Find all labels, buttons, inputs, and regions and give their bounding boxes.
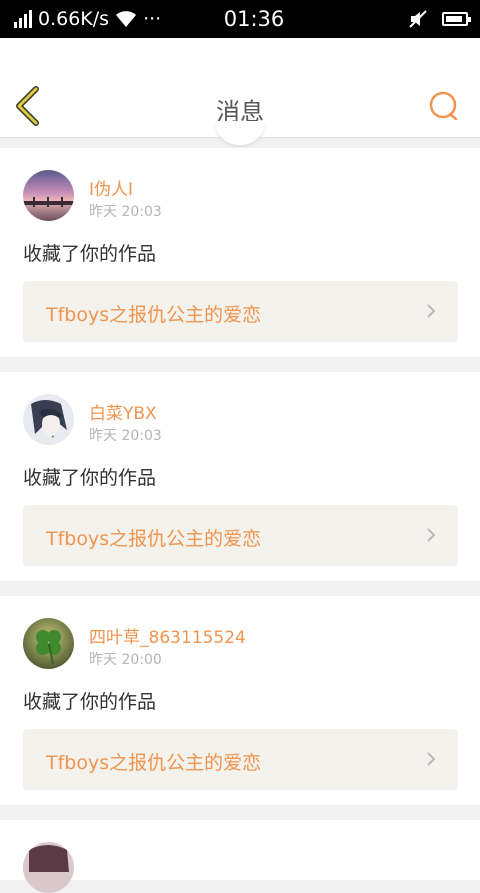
username[interactable]: I伪人I (89, 175, 133, 200)
timestamp: 昨天 20:03 (89, 428, 162, 444)
battery-icon (442, 12, 471, 26)
avatar[interactable] (23, 170, 74, 221)
chevron-right-icon (427, 528, 436, 542)
silent-mode-icon (409, 10, 427, 28)
search-button[interactable] (428, 90, 460, 122)
signal-icon (14, 10, 32, 28)
work-link[interactable]: Tfboys之报仇公主的爱恋 (23, 505, 458, 566)
action-text: 收藏了你的作品 (23, 243, 157, 265)
message-card: 四叶草_863115524 昨天 20:00 收藏了你的作品 Tfboys之报仇… (0, 596, 480, 805)
username[interactable]: 四叶草_863115524 (89, 623, 246, 648)
message-card-partial (0, 820, 480, 893)
more-notifications: ··· (143, 8, 162, 30)
work-title: Tfboys之报仇公主的爱恋 (46, 752, 262, 774)
search-icon (429, 91, 458, 121)
work-title: Tfboys之报仇公主的爱恋 (46, 528, 262, 550)
action-text: 收藏了你的作品 (23, 467, 157, 489)
chevron-right-icon (427, 304, 436, 318)
avatar[interactable] (23, 842, 74, 893)
work-link[interactable]: Tfboys之报仇公主的爱恋 (23, 729, 458, 790)
status-bar: 0.66K/s ··· 01:36 (0, 0, 480, 38)
avatar[interactable] (23, 618, 74, 669)
network-speed: 0.66K/s (38, 8, 110, 30)
avatar[interactable] (23, 394, 74, 445)
username[interactable]: 白菜YBX (89, 399, 157, 424)
action-text: 收藏了你的作品 (23, 691, 157, 713)
pull-refresh-handle[interactable] (215, 121, 265, 145)
message-card: 白菜YBX 昨天 20:03 收藏了你的作品 Tfboys之报仇公主的爱恋 (0, 372, 480, 581)
work-link[interactable]: Tfboys之报仇公主的爱恋 (23, 281, 458, 342)
work-title: Tfboys之报仇公主的爱恋 (46, 304, 262, 326)
message-card: I伪人I 昨天 20:03 收藏了你的作品 Tfboys之报仇公主的爱恋 (0, 148, 480, 357)
timestamp: 昨天 20:00 (89, 652, 162, 668)
message-list: I伪人I 昨天 20:03 收藏了你的作品 Tfboys之报仇公主的爱恋 白菜Y… (0, 148, 480, 893)
timestamp: 昨天 20:03 (89, 204, 162, 220)
wifi-icon (116, 11, 137, 27)
clock: 01:36 (223, 7, 285, 31)
chevron-right-icon (427, 752, 436, 766)
